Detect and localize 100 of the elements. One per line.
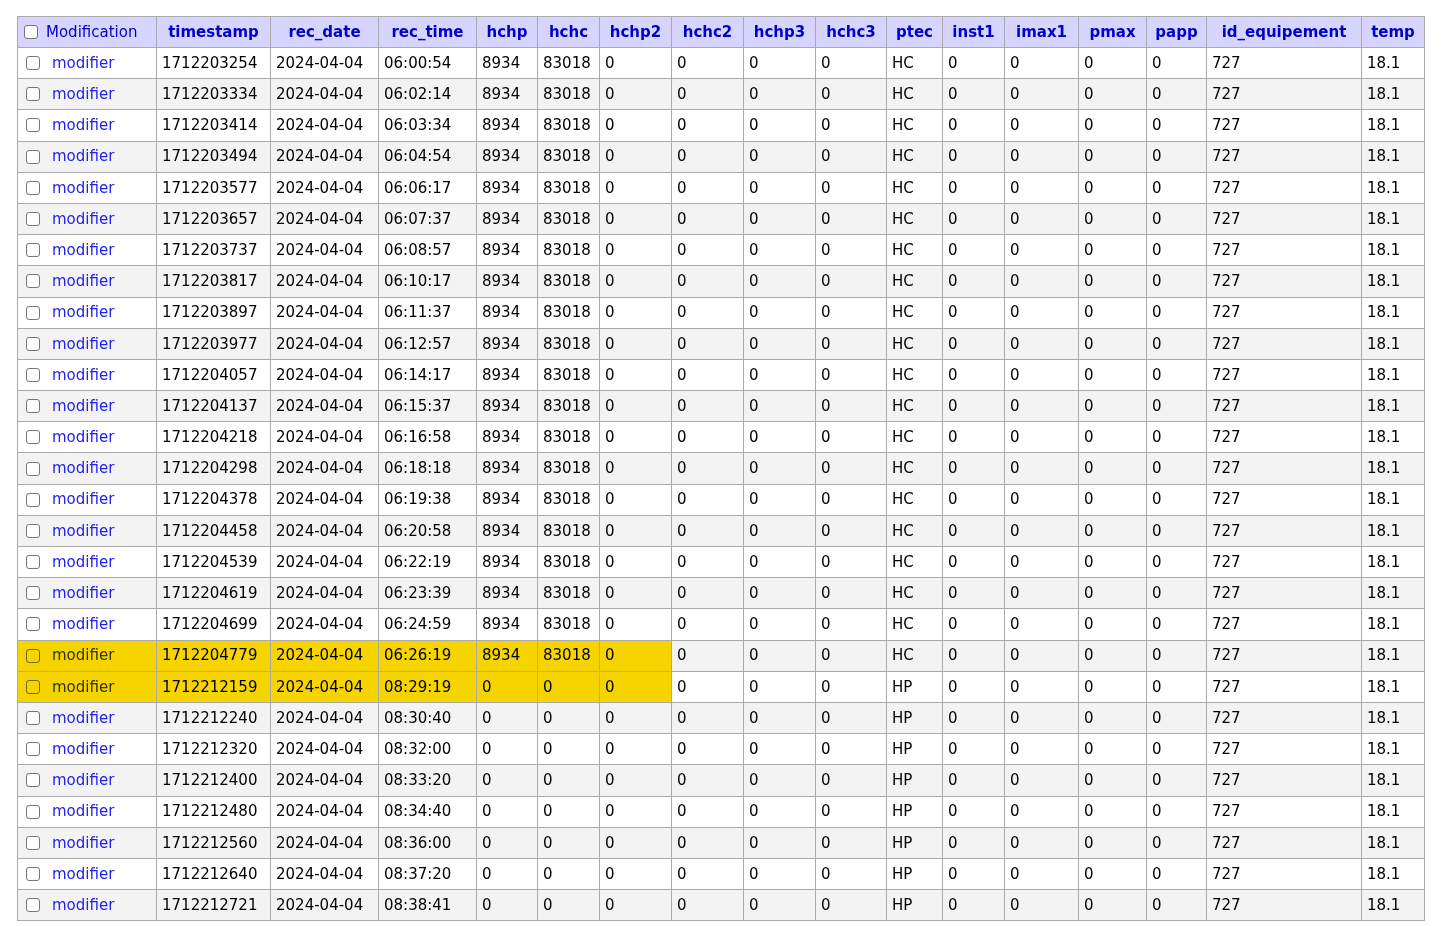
checkbox[interactable] <box>26 773 40 788</box>
table-cell: 83018 <box>537 328 600 360</box>
table-cell: 0 <box>1078 297 1147 329</box>
table-cell: 18.1 <box>1361 827 1425 859</box>
table-cell: 0 <box>1078 141 1147 173</box>
checkbox[interactable] <box>24 25 38 39</box>
table-cell: HC <box>886 608 943 641</box>
modify-link[interactable]: modifier <box>52 488 115 511</box>
modify-link[interactable]: modifier <box>52 831 115 855</box>
checkbox[interactable] <box>26 367 40 382</box>
table-cell: 2024-04-04 <box>270 265 379 297</box>
table-cell: 0 <box>476 671 538 703</box>
checkbox[interactable] <box>26 492 40 507</box>
table-cell: 0 <box>599 640 672 672</box>
table-cell: 0 <box>1078 172 1147 204</box>
table-cell: 0 <box>671 390 744 422</box>
table-cell: 83018 <box>537 515 600 547</box>
table-cell: 18.1 <box>1361 515 1425 547</box>
table-cell: 0 <box>1004 234 1079 266</box>
table-cell: 0 <box>815 577 887 609</box>
table-cell: 0 <box>815 390 887 422</box>
modify-link[interactable]: modifier <box>52 550 115 574</box>
modify-link[interactable]: modifier <box>52 862 115 886</box>
table-cell: 0 <box>1078 78 1147 110</box>
checkbox[interactable] <box>26 118 40 133</box>
modify-link[interactable]: modifier <box>52 519 115 543</box>
checkbox[interactable] <box>26 898 40 913</box>
checkbox[interactable] <box>26 243 40 258</box>
checkbox[interactable] <box>26 180 40 195</box>
modify-link[interactable]: modifier <box>52 769 115 792</box>
modify-link[interactable]: modifier <box>52 207 115 231</box>
modify-link[interactable]: modifier <box>52 457 115 480</box>
table-cell: 2024-04-04 <box>270 359 379 391</box>
modify-link[interactable]: modifier <box>52 582 115 605</box>
modify-link[interactable]: modifier <box>52 893 115 917</box>
column-title: papp <box>1155 22 1198 41</box>
checkbox[interactable] <box>26 461 40 476</box>
table-cell: 0 <box>942 671 1005 703</box>
column-title: Modification <box>46 21 138 43</box>
table-cell: 0 <box>942 47 1005 79</box>
table-cell: 0 <box>942 827 1005 859</box>
checkbox[interactable] <box>26 835 40 850</box>
checkbox[interactable] <box>26 617 40 632</box>
modify-link[interactable]: modifier <box>52 426 115 449</box>
modify-link[interactable]: modifier <box>52 145 115 168</box>
checkbox[interactable] <box>26 212 40 227</box>
checkbox[interactable] <box>26 56 40 71</box>
table-cell: 1712212721 <box>156 889 271 921</box>
table-cell: 2024-04-04 <box>270 733 379 765</box>
table-cell: 18.1 <box>1361 546 1425 578</box>
checkbox[interactable] <box>26 274 40 289</box>
table-cell: 83018 <box>537 484 600 516</box>
modify-link[interactable]: modifier <box>52 176 115 200</box>
table-cell: 0 <box>1004 297 1079 329</box>
modify-link[interactable]: modifier <box>52 332 115 356</box>
table-cell: 0 <box>599 702 672 734</box>
modify-link[interactable]: modifier <box>52 644 115 667</box>
table-cell: HC <box>886 78 943 110</box>
modify-link[interactable]: modifier <box>52 301 115 324</box>
checkbox[interactable] <box>26 679 40 694</box>
modify-link[interactable]: modifier <box>52 83 115 106</box>
checkbox[interactable] <box>26 87 40 102</box>
checkbox[interactable] <box>26 742 40 757</box>
table-cell: 0 <box>671 109 744 142</box>
checkbox[interactable] <box>26 586 40 601</box>
table-cell: 2024-04-04 <box>270 827 379 859</box>
modify-link[interactable]: modifier <box>52 270 115 293</box>
checkbox[interactable] <box>26 804 40 819</box>
table-cell: 08:32:00 <box>378 733 477 765</box>
checkbox[interactable] <box>26 866 40 881</box>
table-cell: 727 <box>1206 234 1362 266</box>
modify-link[interactable]: modifier <box>52 238 115 262</box>
checkbox[interactable] <box>26 430 40 445</box>
modify-link[interactable]: modifier <box>52 114 115 137</box>
table-cell: 1712203254 <box>156 47 271 79</box>
checkbox[interactable] <box>26 648 40 663</box>
modify-link[interactable]: modifier <box>52 363 115 387</box>
table-cell: 2024-04-04 <box>270 203 379 235</box>
checkbox[interactable] <box>26 711 40 726</box>
table-cell: 0 <box>1004 640 1079 672</box>
checkbox[interactable] <box>26 399 40 414</box>
modify-link[interactable]: modifier <box>52 51 115 75</box>
modify-link[interactable]: modifier <box>52 706 115 730</box>
checkbox[interactable] <box>26 555 40 570</box>
table-cell: 0 <box>1004 452 1079 485</box>
modify-link[interactable]: modifier <box>52 675 115 699</box>
checkbox[interactable] <box>26 149 40 164</box>
modify-link[interactable]: modifier <box>52 394 115 418</box>
modify-link[interactable]: modifier <box>52 613 115 636</box>
checkbox[interactable] <box>26 336 40 351</box>
modify-link[interactable]: modifier <box>52 737 115 761</box>
table-cell: 06:23:39 <box>378 577 477 609</box>
checkbox[interactable] <box>26 305 40 320</box>
modify-link[interactable]: modifier <box>52 800 115 823</box>
checkbox[interactable] <box>26 523 40 538</box>
column-title: hchc <box>548 22 589 41</box>
table-cell: 0 <box>942 203 1005 235</box>
table-cell: HC <box>886 47 943 79</box>
table-cell: HC <box>886 172 943 204</box>
table-cell: 0 <box>599 421 672 453</box>
